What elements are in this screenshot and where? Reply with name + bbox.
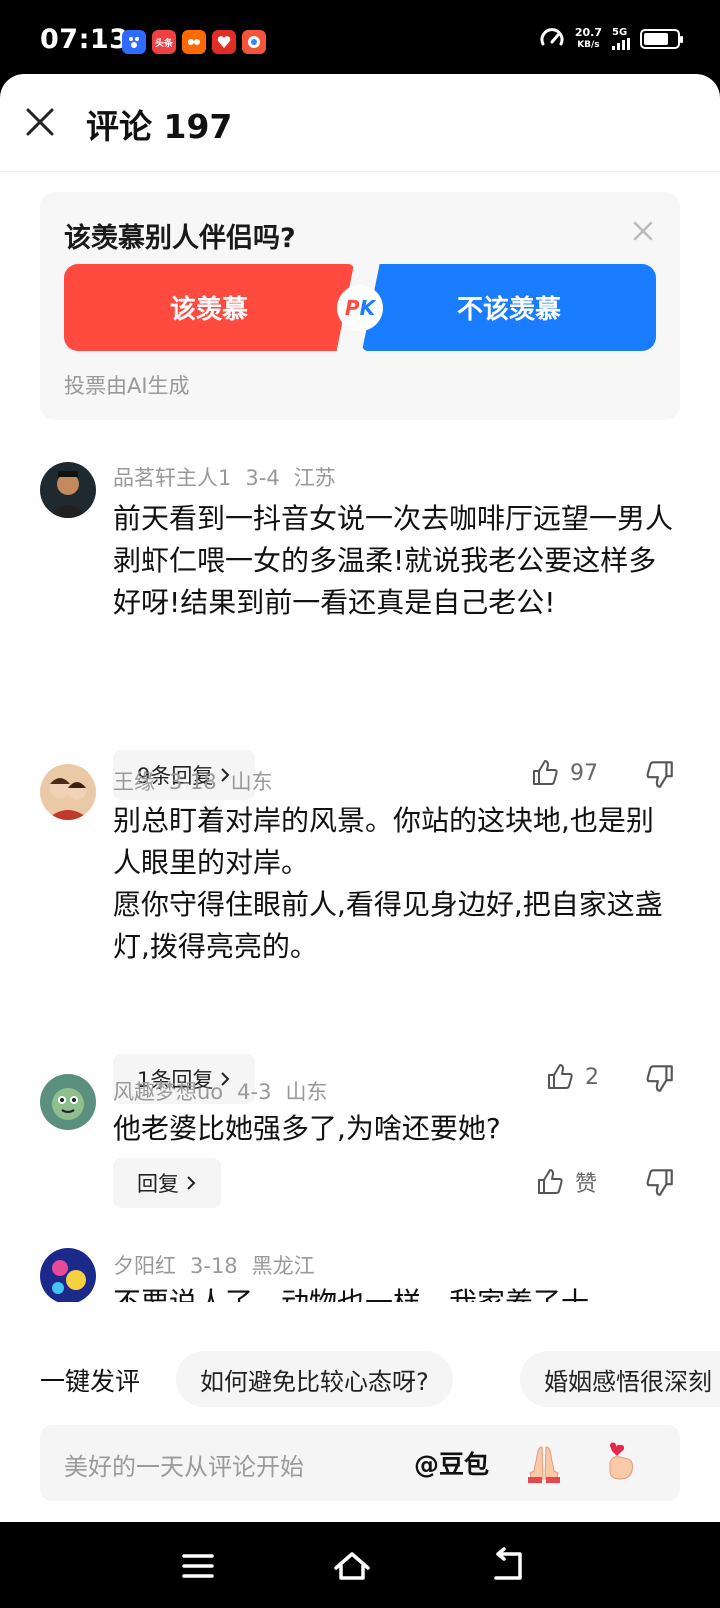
pinduoduo-app-icon <box>212 30 236 54</box>
comment-count-title: 评论 197 <box>86 107 233 146</box>
notification-icons: 头条 <box>122 30 266 54</box>
comment-text: 不要说人了，动物也一样，我家养了十 <box>113 1282 673 1302</box>
comment-meta: 品茗轩主人1 3-4 江苏 <box>113 462 350 492</box>
home-icon[interactable] <box>330 1544 374 1588</box>
thumbs-up-icon <box>548 1064 573 1089</box>
vote-footnote: 投票由AI生成 <box>64 374 190 398</box>
comment-date: 4-3 <box>237 1080 272 1104</box>
signal-group: 5G <box>612 28 630 50</box>
comment-username[interactable]: 夕阳红 <box>113 1254 176 1278</box>
comment-username[interactable]: 王缘 <box>113 770 155 794</box>
comment-text: 他老婆比她强多了,为啥还要她? <box>113 1112 501 1145</box>
vote-yes-button[interactable]: 该羡慕 <box>64 264 354 351</box>
baidu-app-icon <box>122 30 146 54</box>
reply-button[interactable]: 回复 <box>113 1158 221 1208</box>
comment-text: 前天看到一抖音女说一次去咖啡厅远望一男人剥虾仁喂一女的多温柔!就说我老公要这样多… <box>113 502 674 619</box>
comment-input[interactable]: 美好的一天从评论开始 @豆包 <box>40 1425 680 1501</box>
thumbs-down-icon[interactable] <box>644 1166 676 1198</box>
comment-username[interactable]: 风趣梦想uo <box>113 1080 223 1104</box>
pk-p: P <box>344 296 360 320</box>
comment-date: 3-18 <box>169 770 217 794</box>
vote-question: 该羡慕别人伴侣吗? <box>64 223 296 254</box>
like-count: 赞 <box>575 1172 598 1197</box>
system-nav-bar <box>0 1522 720 1608</box>
reply-label: 回复 <box>137 1172 179 1196</box>
quick-comment-row: 一键发评 如何避免比较心态呀? 婚姻感悟很深刻 <box>0 1350 720 1410</box>
pk-badge: PK <box>337 285 383 331</box>
sheet-header: 评论 197 <box>0 74 720 172</box>
vote-card: 该羡慕别人伴侣吗? 该羡慕 不该羡慕 PK 投票由AI生成 <box>40 192 680 420</box>
toutiao-app-icon: 头条 <box>152 30 176 54</box>
data-saver-icon <box>540 28 564 46</box>
avatar[interactable] <box>40 1248 96 1302</box>
praying-hands-icon[interactable] <box>522 1441 566 1485</box>
comment-location: 江苏 <box>293 466 336 490</box>
battery-icon <box>640 29 683 49</box>
comment-text: 别总盯着对岸的风景。你站的这块地,也是别人眼里的对岸。 愿你守得住眼前人,看得见… <box>113 804 663 963</box>
like-button[interactable]: 2 <box>545 1062 599 1092</box>
comment-location: 黑龙江 <box>251 1254 315 1278</box>
like-count: 2 <box>585 1064 599 1090</box>
network-type: 5G <box>612 27 628 38</box>
input-placeholder: 美好的一天从评论开始 <box>64 1453 304 1481</box>
avatar[interactable] <box>40 1074 96 1130</box>
comment-item: 夕阳红 3-18 黑龙江 不要说人了，动物也一样，我家养了十 <box>0 1248 720 1302</box>
like-button[interactable]: 97 <box>530 758 598 788</box>
avatar[interactable] <box>40 764 96 820</box>
thumbs-up-icon <box>538 1169 563 1194</box>
finger-heart-icon[interactable] <box>598 1441 642 1485</box>
back-icon[interactable] <box>486 1544 530 1588</box>
close-vote-icon[interactable] <box>630 218 656 244</box>
battery-fill <box>644 33 668 45</box>
game-app-icon <box>242 30 266 54</box>
comment-username[interactable]: 品茗轩主人1 <box>113 466 231 490</box>
quick-comment-chip[interactable]: 如何避免比较心态呀? <box>176 1351 453 1407</box>
quick-comment-chip[interactable]: 婚姻感悟很深刻 <box>520 1351 720 1407</box>
comment-sheet: 评论 197 该羡慕别人伴侣吗? 该羡慕 不该羡慕 PK 投票由AI生成 品茗轩… <box>0 74 720 1522</box>
signal-icon <box>612 38 630 50</box>
menu-icon[interactable] <box>176 1544 220 1588</box>
mention-doubao-button[interactable]: @豆包 <box>414 1445 489 1481</box>
like-count: 97 <box>570 760 598 786</box>
avatar[interactable] <box>40 462 96 518</box>
comment-meta: 夕阳红 3-18 黑龙江 <box>113 1250 329 1280</box>
chevron-right-icon <box>187 1176 196 1190</box>
status-bar: 07:13 头条 20.7 KB/s 5G <box>0 0 720 78</box>
vote-no-button[interactable]: 不该羡慕 <box>362 264 656 351</box>
comment-date: 3-18 <box>190 1254 238 1278</box>
close-icon[interactable] <box>20 102 60 142</box>
speed-unit: KB/s <box>577 40 600 50</box>
comment-meta: 王缘 3-18 山东 <box>113 766 287 796</box>
thumbs-up-icon <box>533 760 558 785</box>
status-indicators: 20.7 KB/s 5G <box>539 26 683 52</box>
pk-k: K <box>359 296 376 320</box>
network-speed: 20.7 KB/s <box>575 27 602 51</box>
comment-meta: 风趣梦想uo 4-3 山东 <box>113 1076 341 1106</box>
taobao-app-icon <box>182 30 206 54</box>
comment-date: 3-4 <box>245 466 280 490</box>
speed-value: 20.7 <box>574 26 602 39</box>
like-button[interactable]: 赞 <box>535 1166 597 1198</box>
comment-location: 山东 <box>285 1080 328 1104</box>
comment-location: 山东 <box>230 770 273 794</box>
thumbs-down-icon[interactable] <box>644 1062 676 1094</box>
quick-comment-label: 一键发评 <box>40 1367 141 1396</box>
thumbs-down-icon[interactable] <box>644 758 676 790</box>
status-time: 07:13 <box>40 24 129 55</box>
